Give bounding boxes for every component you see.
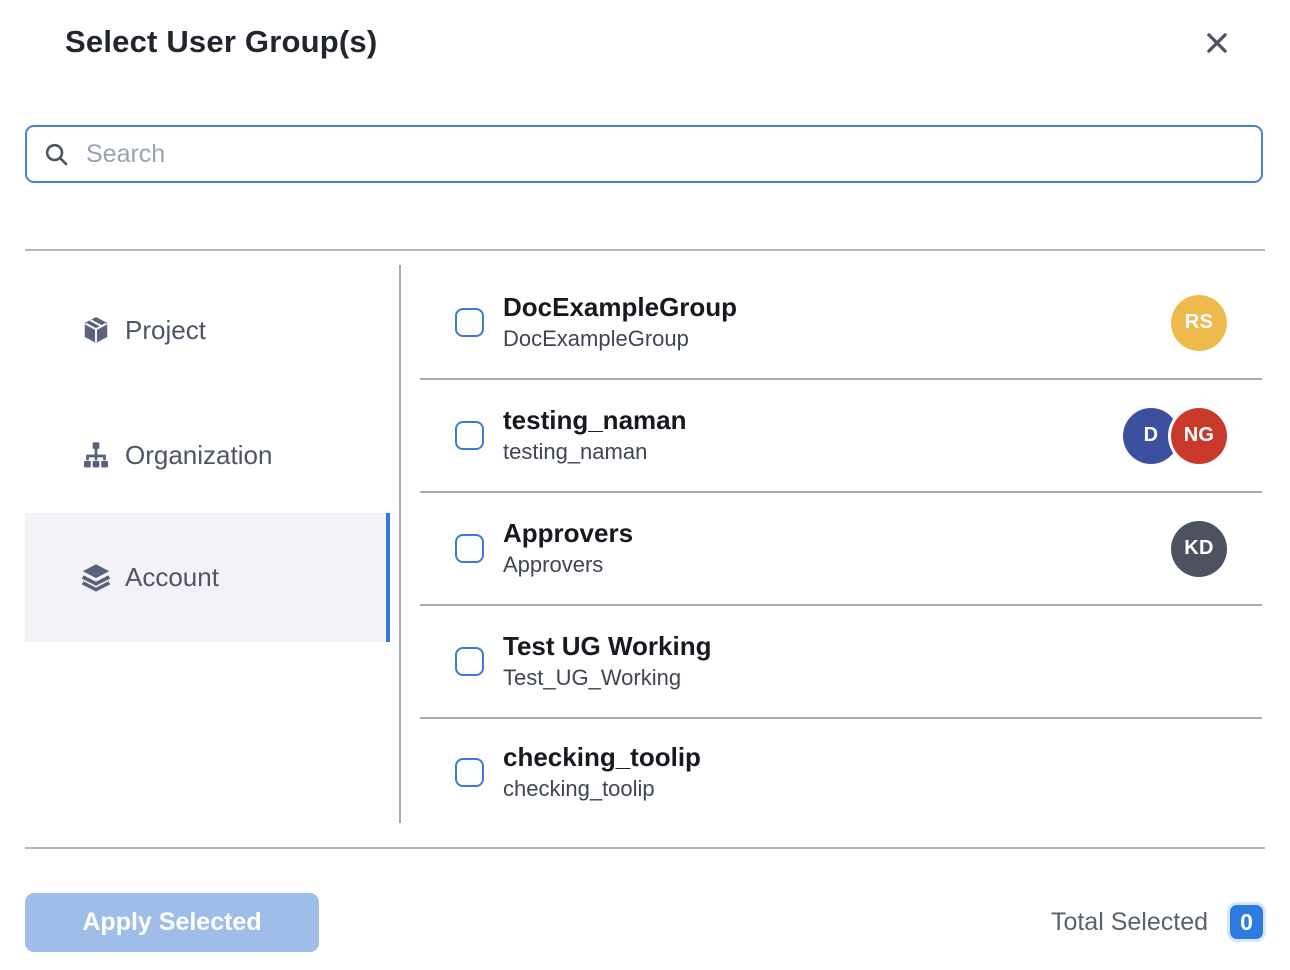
avatar-group: KD <box>1171 521 1227 577</box>
select-user-groups-dialog: Select User Group(s) Project <box>0 0 1290 970</box>
tab-label: Organization <box>125 440 272 471</box>
tab-label: Project <box>125 315 206 346</box>
dialog-title: Select User Group(s) <box>65 24 377 60</box>
avatar-group: RS <box>1171 295 1227 351</box>
total-selected-label: Total Selected <box>1051 908 1208 937</box>
group-list: DocExampleGroup DocExampleGroup RS testi… <box>420 267 1262 825</box>
group-description: testing_naman <box>503 437 687 467</box>
group-description: DocExampleGroup <box>503 324 737 354</box>
group-description: Test_UG_Working <box>503 663 712 693</box>
org-chart-icon <box>80 440 112 470</box>
avatar-group: DNG <box>1123 408 1227 464</box>
group-name: Approvers <box>503 517 633 550</box>
apply-selected-button[interactable]: Apply Selected <box>25 893 319 952</box>
layers-icon <box>80 561 112 594</box>
header-divider <box>25 249 1265 251</box>
group-checkbox[interactable] <box>455 758 484 787</box>
group-row-testing-naman: testing_naman testing_naman DNG <box>420 380 1262 493</box>
group-row-checking-toolip: checking_toolip checking_toolip <box>420 719 1262 825</box>
close-icon <box>1202 28 1232 58</box>
group-checkbox[interactable] <box>455 421 484 450</box>
group-description: Approvers <box>503 550 633 580</box>
group-checkbox[interactable] <box>455 534 484 563</box>
close-button[interactable] <box>1200 26 1234 60</box>
total-selected-count-badge: 0 <box>1230 905 1263 939</box>
tab-account[interactable]: Account <box>25 513 390 642</box>
group-row-test-ug-working: Test UG Working Test_UG_Working <box>420 606 1262 719</box>
cube-icon <box>80 315 112 345</box>
group-name: checking_toolip <box>503 741 701 774</box>
group-name: Test UG Working <box>503 630 712 663</box>
group-checkbox[interactable] <box>455 308 484 337</box>
group-description: checking_toolip <box>503 774 701 804</box>
avatar-ng: NG <box>1171 408 1227 464</box>
search-box <box>25 125 1263 183</box>
search-input[interactable] <box>86 140 1245 169</box>
tab-organization[interactable]: Organization <box>25 423 390 487</box>
group-row-approvers: Approvers Approvers KD <box>420 493 1262 606</box>
rail-divider <box>399 265 401 823</box>
avatar-rs: RS <box>1171 295 1227 351</box>
group-checkbox[interactable] <box>455 647 484 676</box>
group-name: testing_naman <box>503 404 687 437</box>
avatar-kd: KD <box>1171 521 1227 577</box>
tab-label: Account <box>125 562 219 593</box>
tab-project[interactable]: Project <box>25 298 390 362</box>
group-row-docexamplegroup: DocExampleGroup DocExampleGroup RS <box>420 267 1262 380</box>
group-name: DocExampleGroup <box>503 291 737 324</box>
search-icon <box>43 141 70 168</box>
footer-divider <box>25 847 1265 849</box>
total-selected: Total Selected 0 <box>1051 905 1263 939</box>
